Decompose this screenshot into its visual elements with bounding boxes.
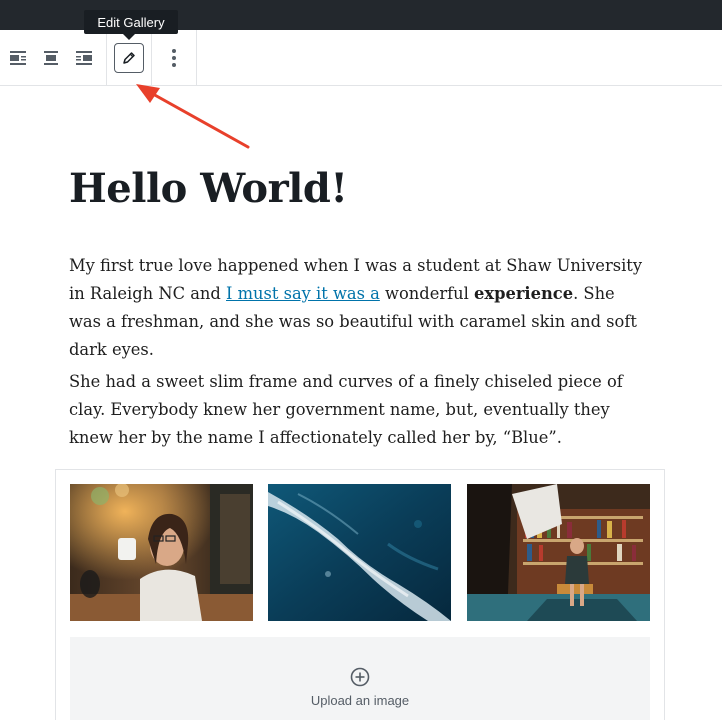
- align-left-icon: [10, 51, 26, 65]
- gallery-image-woman-in-library[interactable]: [467, 484, 650, 621]
- block-toolbar: [0, 30, 722, 86]
- gallery-image-woman-drinking-coffee[interactable]: [70, 484, 253, 621]
- annotation-arrow: [136, 84, 250, 149]
- align-left-button[interactable]: [4, 44, 32, 72]
- gallery-block[interactable]: Upload an image: [55, 469, 665, 720]
- edit-gallery-tooltip: Edit Gallery: [84, 10, 178, 34]
- align-center-button[interactable]: [37, 44, 65, 72]
- gallery-image-ocean-wave-aerial[interactable]: [268, 484, 451, 621]
- paragraph-block[interactable]: My first true love happened when I was a…: [69, 252, 649, 364]
- align-center-icon: [44, 51, 58, 65]
- paragraph-block[interactable]: She had a sweet slim frame and curves of…: [69, 368, 649, 452]
- vertical-ellipsis-icon: [172, 49, 176, 67]
- more-options-button[interactable]: [160, 44, 188, 72]
- align-right-button[interactable]: [70, 44, 98, 72]
- post-title[interactable]: Hello World!: [69, 165, 348, 212]
- pencil-icon: [123, 52, 135, 64]
- bold-text: experience: [474, 284, 574, 303]
- upload-image-button[interactable]: Upload an image: [70, 637, 650, 720]
- upload-image-label: Upload an image: [310, 693, 410, 708]
- inline-link[interactable]: I must say it was a: [226, 284, 380, 303]
- tooltip-caret: [123, 34, 135, 40]
- toolbar-divider: [106, 30, 107, 86]
- edit-gallery-button[interactable]: [114, 43, 144, 73]
- paragraph-text: wonderful: [379, 284, 475, 303]
- plus-circle-icon: [350, 667, 370, 687]
- align-right-icon: [76, 51, 92, 65]
